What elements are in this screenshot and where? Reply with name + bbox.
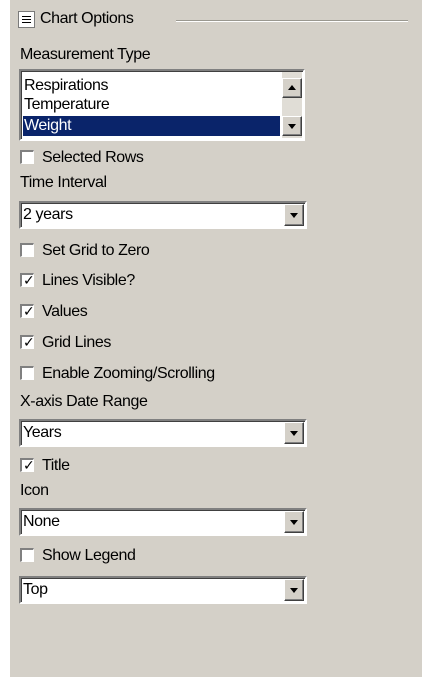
- dropdown-button[interactable]: [284, 579, 304, 601]
- time-interval-value: 2 years: [23, 206, 73, 223]
- list-item-selected[interactable]: Weight: [23, 116, 280, 136]
- grid-lines-checkbox[interactable]: ✓: [20, 334, 35, 350]
- title-label: Title: [42, 457, 70, 474]
- checkmark-icon: ✓: [23, 272, 35, 288]
- chevron-down-icon: [290, 588, 298, 593]
- icon-dropdown[interactable]: None: [19, 508, 307, 536]
- scroll-up-button[interactable]: [282, 78, 302, 98]
- selected-rows-checkbox[interactable]: ✓: [20, 150, 34, 164]
- dropdown-button[interactable]: [284, 511, 304, 533]
- scroll-down-button[interactable]: [282, 116, 302, 136]
- checkmark-icon: ✓: [23, 303, 35, 319]
- title-checkbox[interactable]: ✓: [20, 457, 35, 473]
- collapse-minus-icon[interactable]: [18, 11, 35, 28]
- list-item[interactable]: Temperature: [23, 95, 280, 115]
- values-checkbox[interactable]: ✓: [20, 303, 35, 319]
- selected-rows-label: Selected Rows: [42, 149, 144, 166]
- measurement-type-label: Measurement Type: [20, 46, 151, 63]
- measurement-type-listbox[interactable]: Respirations Temperature Weight: [19, 69, 305, 141]
- time-interval-dropdown[interactable]: 2 years: [19, 201, 307, 229]
- checkmark-icon: ✓: [23, 457, 35, 473]
- chevron-down-icon: [290, 520, 298, 525]
- chart-options-panel: Chart Options Measurement Type Respirati…: [10, 0, 422, 677]
- dropdown-button[interactable]: [284, 422, 304, 444]
- chart-options-group-header: Chart Options: [10, 9, 410, 33]
- legend-position-value: Top: [23, 581, 48, 598]
- legend-position-dropdown[interactable]: Top: [19, 576, 307, 604]
- triangle-down-icon: [288, 124, 296, 129]
- set-grid-zero-checkbox[interactable]: ✓: [20, 243, 34, 257]
- grid-lines-label: Grid Lines: [42, 334, 111, 351]
- zooming-checkbox[interactable]: ✓: [20, 366, 34, 380]
- show-legend-checkbox[interactable]: ✓: [20, 548, 34, 562]
- chevron-down-icon: [290, 213, 298, 218]
- checkmark-icon: ✓: [23, 334, 35, 350]
- x-axis-date-range-label: X-axis Date Range: [20, 393, 148, 410]
- list-item[interactable]: Respirations: [23, 76, 280, 96]
- zooming-label: Enable Zooming/Scrolling: [42, 365, 215, 382]
- chevron-down-icon: [290, 431, 298, 436]
- x-axis-date-range-value: Years: [23, 424, 62, 441]
- set-grid-zero-label: Set Grid to Zero: [42, 242, 150, 259]
- group-divider: [176, 20, 408, 22]
- triangle-up-icon: [288, 85, 296, 90]
- icon-value: None: [23, 513, 60, 530]
- icon-label: Icon: [20, 482, 49, 499]
- time-interval-label: Time Interval: [20, 174, 107, 191]
- group-title: Chart Options: [40, 10, 134, 27]
- dropdown-button[interactable]: [284, 204, 304, 226]
- show-legend-label: Show Legend: [42, 547, 136, 564]
- lines-visible-checkbox[interactable]: ✓: [20, 272, 35, 288]
- lines-visible-label: Lines Visible?: [42, 272, 135, 289]
- listbox-scrollbar[interactable]: [282, 72, 302, 138]
- x-axis-date-range-dropdown[interactable]: Years: [19, 419, 307, 447]
- values-label: Values: [42, 303, 88, 320]
